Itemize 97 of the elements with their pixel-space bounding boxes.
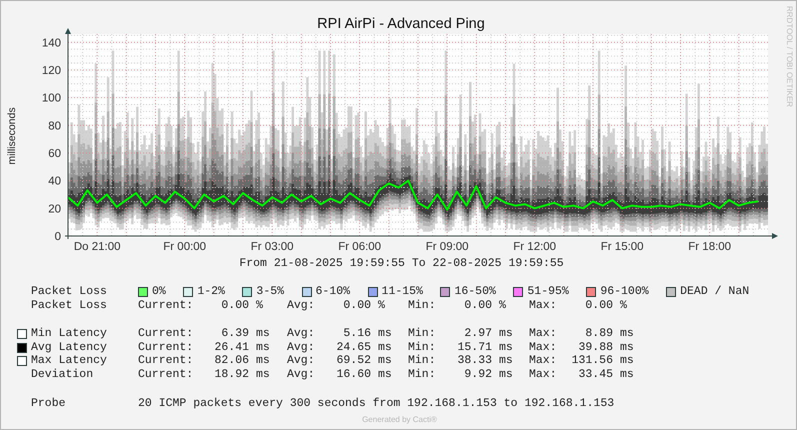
probe-text: 20 ICMP packets every 300 seconds from 192.168.1.153 to 192.168.1.153 [138, 396, 616, 410]
stat-value: 82.06 [213, 354, 249, 369]
stat-value: 38.33 [456, 354, 492, 369]
stat-label: Current: [138, 368, 193, 382]
stat-label: Min: [408, 340, 436, 354]
x-tick-label: Do 21:00 [74, 241, 120, 253]
y-tick-label: 100 [42, 92, 61, 105]
stat-unit: ms [378, 340, 392, 354]
stat-unit: ms [256, 340, 270, 354]
stat-unit: % [499, 298, 506, 312]
stat-unit: % [620, 298, 627, 312]
stat-value: 0.00 [584, 298, 613, 312]
row-label: Probe [31, 396, 67, 410]
stat-label: Current: [138, 340, 193, 355]
stat-value: 26.41 [213, 340, 249, 355]
stat-label: Current: [138, 327, 193, 342]
stat-label: Min: [408, 368, 436, 382]
row-label: Min Latency [31, 327, 108, 342]
legend-label: 1-2% [197, 285, 225, 299]
legend-label: 6-10% [316, 285, 350, 299]
stat-label: Avg: [287, 327, 315, 342]
stat-unit: ms [256, 327, 270, 340]
x-tick-label: Fr 06:00 [338, 241, 382, 253]
legend-label: 0% [152, 285, 166, 299]
stat-label: Min: [408, 354, 436, 368]
stat-label: Avg: [287, 354, 315, 369]
y-tick-label: 40 [48, 176, 61, 188]
stat-unit: ms [499, 368, 513, 381]
stat-unit: ms [378, 354, 392, 368]
legend-label: 96-100% [600, 285, 649, 299]
y-tick-label: 0 [54, 231, 61, 243]
date-range: From 21-08-2025 19:59:55 To 22-08-2025 19:59:55 [239, 257, 564, 270]
stat-unit: ms [378, 368, 392, 381]
x-tick-label: Fr 00:00 [163, 241, 206, 253]
stat-unit: ms [620, 340, 634, 354]
stat-label: Max: [529, 340, 557, 355]
stat-unit: ms [499, 354, 513, 368]
stat-value: 16.60 [335, 368, 371, 382]
stat-value: 24.65 [335, 340, 371, 355]
legend-label: 16-50% [454, 285, 496, 299]
stat-value: 131.56 [570, 354, 613, 369]
stat-unit: ms [378, 327, 392, 340]
stat-label: Max: [529, 354, 557, 369]
stat-unit: % [256, 298, 263, 312]
stat-value: 5.16 [342, 327, 371, 342]
stat-label: Max: [529, 298, 557, 312]
legend-label: Packet Loss [31, 285, 108, 299]
footer-text: Generated by Cacti® [362, 415, 437, 424]
x-tick-label: Fr 12:00 [513, 241, 556, 253]
row-label: Packet Loss [31, 298, 108, 312]
stat-label: Min: [408, 327, 436, 342]
stat-value: 0.00 [463, 298, 492, 312]
x-tick-label: Fr 18:00 [688, 241, 732, 253]
stat-label: Current: [138, 354, 193, 369]
row-label: Deviation [31, 368, 94, 382]
stat-value: 33.45 [577, 368, 613, 382]
y-tick-label: 60 [48, 148, 61, 160]
chart-title: RPI AirPi - Advanced Ping [317, 16, 485, 32]
stat-label: Avg: [287, 368, 315, 382]
row-label: Max Latency [31, 354, 108, 368]
stat-unit: ms [256, 368, 270, 381]
stat-unit: ms [620, 368, 634, 381]
stat-label: Min: [408, 298, 436, 312]
stat-value: 9.92 [463, 368, 492, 382]
stat-label: Avg: [287, 298, 315, 312]
stat-value: 0.00 [342, 298, 371, 312]
stat-unit: ms [499, 327, 513, 340]
stat-unit: ms [499, 340, 513, 354]
stat-value: 2.97 [463, 327, 492, 342]
y-tick-label: 20 [48, 203, 61, 216]
stat-label: Max: [529, 368, 557, 382]
row-label: Avg Latency [31, 340, 108, 355]
legend-label: 3-5% [256, 285, 284, 299]
legend-label: 11-15% [382, 285, 423, 299]
stat-unit: ms [620, 327, 634, 340]
stat-value: 69.52 [335, 354, 371, 369]
stat-value: 39.88 [577, 340, 613, 355]
x-tick-label: Fr 09:00 [426, 241, 469, 253]
stat-value: 8.89 [584, 327, 613, 342]
stat-value: 15.71 [456, 340, 492, 355]
stat-label: Max: [529, 327, 557, 342]
axis-label: milliseconds [6, 107, 18, 165]
legend-label: 51-95% [527, 285, 569, 299]
y-tick-label: 120 [42, 64, 61, 77]
stat-value: 0.00 [220, 298, 249, 312]
stat-unit: % [378, 298, 385, 312]
stat-unit: ms [620, 354, 634, 368]
legend-label: DEAD / NaN [680, 285, 750, 299]
stat-label: Avg: [287, 340, 315, 355]
stat-value: 18.92 [213, 368, 249, 382]
y-tick-label: 80 [48, 120, 61, 132]
x-tick-label: Fr 15:00 [600, 241, 644, 253]
x-tick-label: Fr 03:00 [250, 241, 294, 253]
stat-label: Current: [138, 298, 193, 312]
stat-unit: ms [256, 354, 270, 368]
stat-value: 6.39 [220, 327, 249, 342]
y-tick-label: 140 [42, 37, 61, 50]
